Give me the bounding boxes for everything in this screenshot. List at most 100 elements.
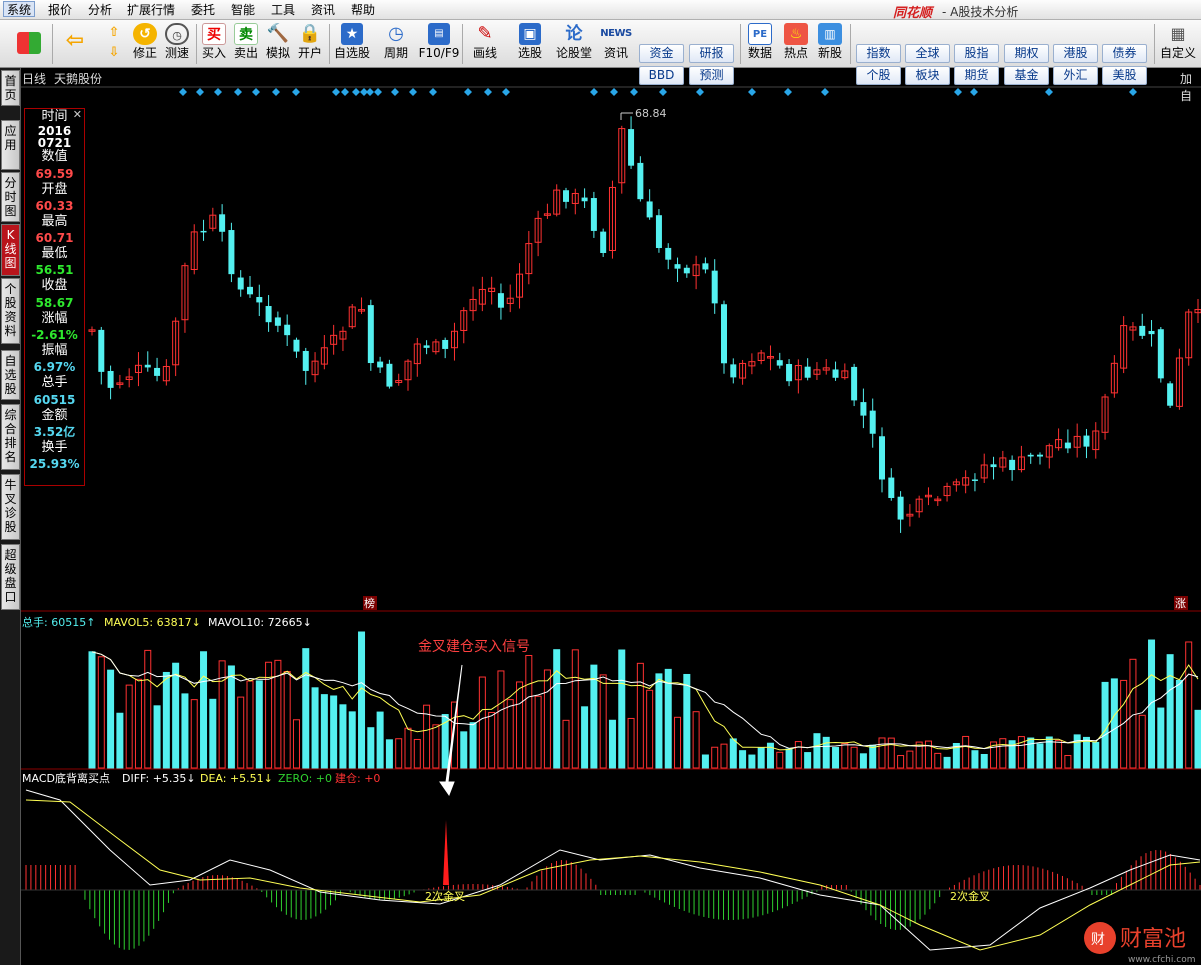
volume-bar <box>88 651 96 769</box>
volume-bar <box>934 752 942 769</box>
close-icon[interactable]: ✕ <box>73 107 82 123</box>
candle-body <box>563 190 569 202</box>
volume-bar <box>1055 739 1063 769</box>
volume-bar <box>1157 707 1165 769</box>
volume-bar <box>1166 654 1174 769</box>
volume-bar <box>1175 679 1183 769</box>
candle-body <box>600 231 607 253</box>
volume-bar <box>794 741 802 769</box>
candle-body <box>497 293 504 308</box>
buy-signal-spike <box>443 820 449 885</box>
signal-diamond <box>696 88 704 96</box>
candle-body <box>98 329 105 372</box>
candle-body <box>237 277 244 290</box>
candle-body <box>711 270 718 304</box>
signal-diamond <box>659 88 667 96</box>
volume-bar <box>553 649 561 769</box>
signal-diamond <box>234 88 242 96</box>
signal-diamond <box>429 88 437 96</box>
signal-diamond <box>292 88 300 96</box>
volume-bar <box>506 699 514 769</box>
candle-body <box>1157 329 1164 379</box>
candle-body <box>990 464 997 468</box>
candle-body <box>721 304 727 364</box>
volume-bar <box>404 727 412 769</box>
volume-bar <box>162 671 170 769</box>
info-value: 56.51 <box>35 263 74 278</box>
info-label: 金额 <box>41 407 68 423</box>
volume-bar <box>227 665 235 769</box>
volume-bar <box>116 712 124 769</box>
tag-label: 涨 <box>1175 597 1186 610</box>
candle-body <box>284 324 291 336</box>
candle-body <box>971 479 978 481</box>
volume-bar <box>153 705 161 769</box>
volume-bar <box>590 664 598 769</box>
volume-bar <box>980 753 988 769</box>
volume-bar <box>1185 641 1193 769</box>
volume-bar <box>1194 709 1201 769</box>
kline-chart[interactable]: 68.84 榜 涨总手: 60515↑ MAVOL5: 63817↓ MAVOL10: … <box>0 0 1201 965</box>
signal-diamond <box>610 88 618 96</box>
candle-body <box>832 369 839 378</box>
candle-body <box>228 230 235 275</box>
jiancang-label: 建仓: +0 <box>335 771 380 785</box>
signal-diamond <box>1129 88 1137 96</box>
golden-cross-label: 2次金叉 <box>950 889 990 903</box>
info-label: 数值 <box>41 149 68 165</box>
volume-bar <box>367 727 375 769</box>
mavol10-label: MAVOL10: 72665↓ <box>208 616 312 629</box>
volume-bar <box>971 750 979 769</box>
volume-bar <box>525 654 533 769</box>
volume-bar <box>943 756 951 769</box>
volume-bar <box>683 673 691 769</box>
candle-body <box>1027 454 1034 457</box>
diff-label: DIFF: +5.35↓ <box>122 772 196 785</box>
volume-bar <box>292 719 300 769</box>
candle-body <box>637 162 644 200</box>
watermark-text: 财富池 <box>1120 927 1186 952</box>
signal-diamond <box>409 88 417 96</box>
volume-bar <box>1110 678 1118 769</box>
candle-body <box>581 197 588 202</box>
volume-bar <box>581 706 589 769</box>
candle-body <box>869 410 876 434</box>
volume-bar <box>1082 736 1090 769</box>
candle-body <box>1009 459 1016 471</box>
volume-bar <box>543 669 551 769</box>
signal-diamond <box>590 88 598 96</box>
volume-bar <box>999 738 1007 769</box>
volume-bar <box>785 748 793 769</box>
volume-bar <box>488 711 496 769</box>
volume-bar <box>906 750 914 769</box>
volume-bar <box>1138 714 1146 769</box>
volume-bar <box>200 651 208 769</box>
candle-body <box>1139 325 1146 336</box>
signal-diamond <box>214 88 222 96</box>
signal-diamond <box>1045 88 1053 96</box>
golden-cross-label: 2次金叉 <box>425 889 465 903</box>
volume-bar <box>887 737 895 769</box>
volume-bar <box>599 674 607 769</box>
candle-body <box>590 198 597 231</box>
candle-body <box>702 263 709 270</box>
candle-body <box>265 306 272 323</box>
candle-body <box>860 402 867 416</box>
volume-bar <box>701 754 709 769</box>
volume-bar <box>711 746 719 769</box>
candle-body <box>674 264 681 269</box>
volume-bar <box>478 676 486 769</box>
candle-body <box>144 364 151 368</box>
candle-body <box>665 247 672 260</box>
candle-body <box>256 296 263 303</box>
volume-bar <box>822 736 830 769</box>
info-label: 收盘 <box>41 278 68 294</box>
signal-diamond <box>366 88 374 96</box>
volume-bar <box>181 693 189 769</box>
volume-bar <box>460 731 468 769</box>
volume-bar <box>859 753 867 769</box>
signal-annotation: 金叉建仓买入信号 <box>418 639 530 655</box>
signal-diamond <box>464 88 472 96</box>
volume-bar <box>320 694 328 769</box>
info-label: 振幅 <box>41 343 68 359</box>
